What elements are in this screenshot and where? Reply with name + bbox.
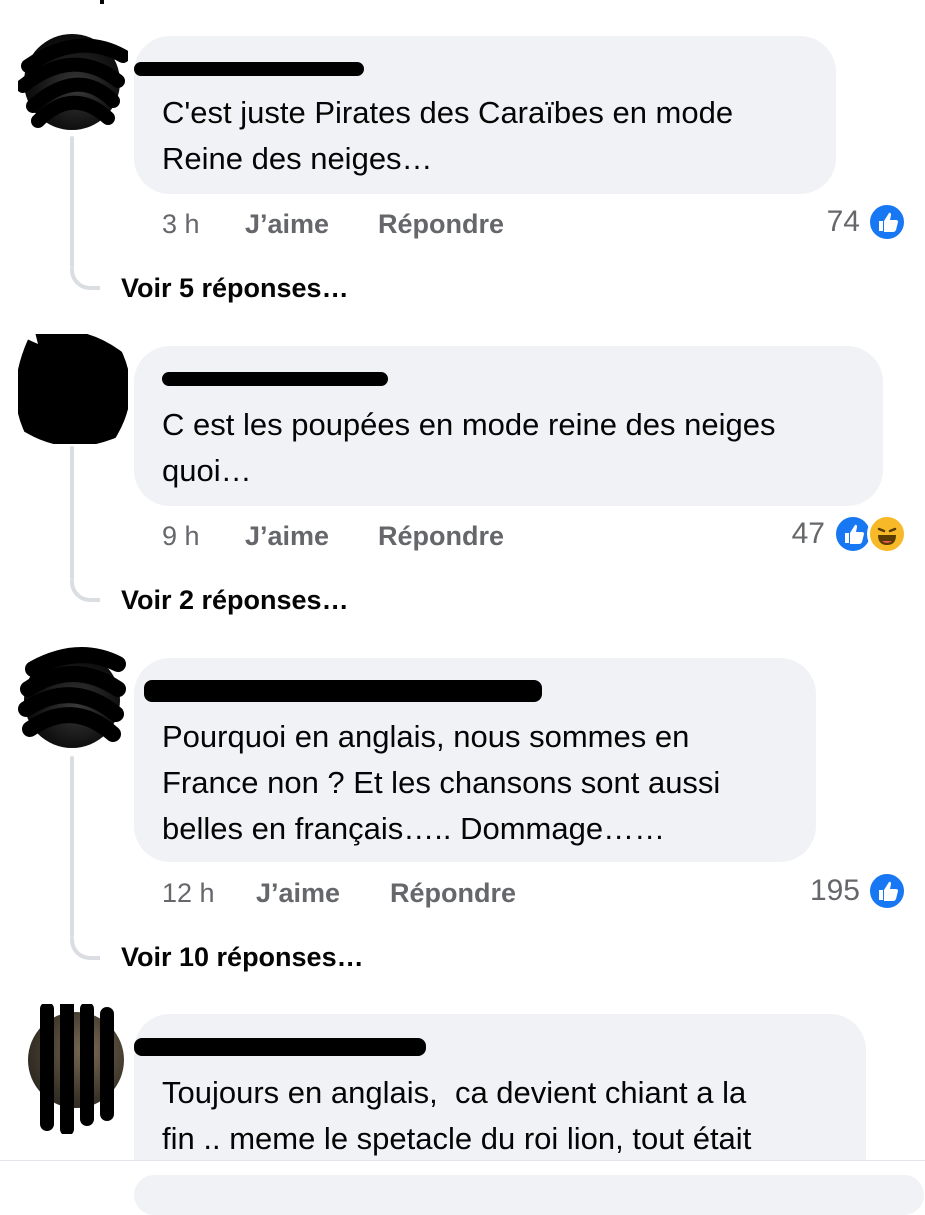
avatar[interactable] — [18, 334, 128, 444]
comment-bubble[interactable]: C'est juste Pirates des Caraïbes en mode… — [134, 36, 836, 194]
thread-connector — [70, 938, 100, 960]
comment-time[interactable]: 12 h — [162, 878, 215, 909]
comment-composer-bar — [0, 1160, 925, 1215]
haha-icon[interactable] — [867, 514, 907, 554]
view-replies-link[interactable]: Voir 10 réponses… — [121, 942, 364, 973]
previous-comment-fragment — [100, 0, 104, 4]
comment-text: C'est juste Pirates des Caraïbes en mode… — [162, 95, 734, 176]
like-icon[interactable] — [867, 871, 907, 911]
avatar[interactable] — [18, 34, 128, 130]
like-button[interactable]: J’aime — [245, 209, 329, 240]
comment-text: Toujours en anglais, ca devient chiant a… — [162, 1075, 752, 1156]
redaction-scribble — [18, 334, 128, 444]
comment-time[interactable]: 3 h — [162, 209, 200, 240]
author-name-redacted — [162, 372, 388, 386]
reply-button[interactable]: Répondre — [378, 209, 504, 240]
comment-input[interactable] — [134, 1175, 924, 1215]
redaction-scribble — [18, 38, 128, 128]
thread-line — [70, 756, 74, 938]
thread-connector — [70, 268, 100, 290]
reaction-count[interactable]: 195 — [790, 874, 860, 908]
like-icon[interactable] — [867, 202, 907, 242]
comment-bubble[interactable]: C est les poupées en mode reine des neig… — [134, 346, 883, 506]
view-replies-link[interactable]: Voir 5 réponses… — [121, 273, 349, 304]
thread-line — [70, 446, 74, 580]
author-name-redacted — [144, 680, 542, 702]
like-button[interactable]: J’aime — [256, 878, 340, 909]
comment-bubble[interactable]: Pourquoi en anglais, nous sommes en Fran… — [134, 658, 816, 862]
reaction-count[interactable]: 47 — [765, 517, 825, 551]
avatar[interactable] — [18, 647, 126, 748]
redaction-scribble — [18, 647, 126, 742]
thread-connector — [70, 580, 100, 602]
author-name-redacted — [134, 62, 364, 76]
author-name-redacted — [134, 1038, 426, 1056]
reply-button[interactable]: Répondre — [390, 878, 516, 909]
avatar[interactable] — [28, 1004, 124, 1134]
reaction-count[interactable]: 74 — [800, 205, 860, 239]
comment-text: Pourquoi en anglais, nous sommes en Fran… — [162, 719, 721, 846]
reply-button[interactable]: Répondre — [378, 521, 504, 552]
thread-line — [70, 136, 74, 268]
like-button[interactable]: J’aime — [245, 521, 329, 552]
comment-text: C est les poupées en mode reine des neig… — [162, 407, 776, 488]
view-replies-link[interactable]: Voir 2 réponses… — [121, 585, 349, 616]
comment-time[interactable]: 9 h — [162, 521, 200, 552]
redaction-scribble — [40, 1004, 114, 1134]
